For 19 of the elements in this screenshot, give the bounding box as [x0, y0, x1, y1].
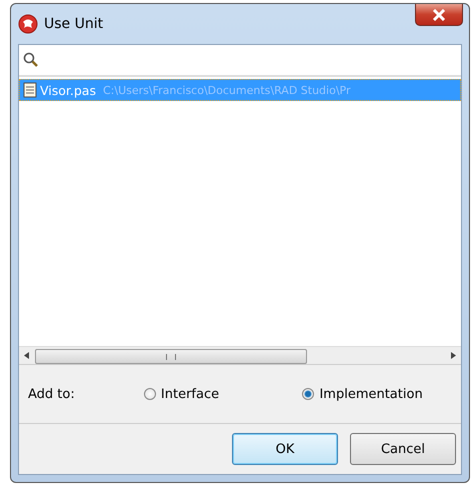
radio-option[interactable]: Interface — [144, 386, 302, 402]
unit-name: Visor.pas — [40, 82, 96, 98]
dialog-button[interactable]: Cancel — [350, 433, 456, 465]
dialog-button[interactable]: OK — [232, 433, 338, 465]
radio-button[interactable] — [302, 388, 314, 400]
unit-path: C:\Users\Francisco\Documents\RAD Studio\Pr — [102, 84, 350, 96]
scroll-right-icon[interactable] — [450, 352, 456, 359]
close-icon — [432, 8, 446, 20]
search-icon — [23, 52, 39, 68]
file-icon — [23, 82, 37, 98]
radio-button[interactable] — [144, 388, 156, 400]
radio-option[interactable]: Implementation — [302, 386, 461, 402]
window-title: Use Unit — [44, 16, 104, 32]
scroll-left-icon[interactable] — [24, 352, 30, 359]
app-icon — [18, 14, 38, 34]
horizontal-scrollbar[interactable] — [19, 346, 461, 364]
add-to-label: Add to: — [28, 386, 76, 402]
close-button[interactable] — [415, 4, 463, 26]
scrollbar-thumb[interactable] — [35, 349, 307, 364]
